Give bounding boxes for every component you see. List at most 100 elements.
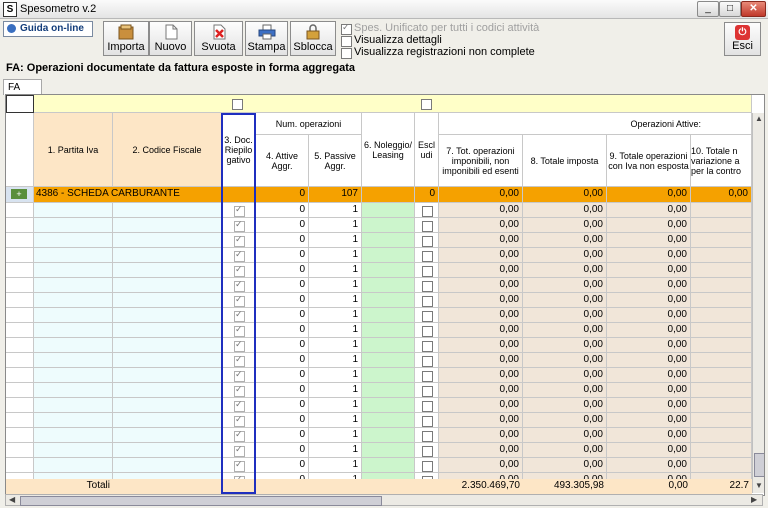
row-attive-cell[interactable]: 0	[256, 233, 309, 248]
grid-cell[interactable]	[415, 233, 439, 248]
horizontal-scroll-thumb[interactable]	[20, 496, 382, 506]
grid-cell[interactable]	[415, 203, 439, 218]
grid-cell[interactable]	[691, 293, 752, 308]
row-v8-cell[interactable]: 0,00	[523, 248, 607, 263]
grid-cell[interactable]	[691, 368, 752, 383]
row-passive-cell[interactable]: 1	[309, 353, 362, 368]
row-v7-cell[interactable]: 0,00	[439, 338, 523, 353]
escludi-checkbox[interactable]	[422, 446, 433, 457]
row-attive-cell[interactable]: 0	[256, 458, 309, 473]
row-v8-cell[interactable]: 0,00	[523, 278, 607, 293]
grid-cell[interactable]	[113, 428, 222, 443]
doc-riepilogativo-checkbox[interactable]	[234, 294, 245, 307]
grid-cell[interactable]	[34, 443, 113, 458]
row-v7-cell[interactable]: 0,00	[439, 323, 523, 338]
grid-cell[interactable]	[222, 278, 256, 293]
row-v7-cell[interactable]: 0,00	[439, 203, 523, 218]
row-v8-cell[interactable]: 0,00	[523, 218, 607, 233]
grid-cell[interactable]	[691, 278, 752, 293]
row-attive-cell[interactable]: 0	[256, 218, 309, 233]
escludi-checkbox[interactable]	[422, 416, 433, 427]
selected-v9[interactable]: 0,00	[607, 187, 691, 203]
grid-cell[interactable]	[34, 308, 113, 323]
grid-cell[interactable]	[415, 353, 439, 368]
grid-cell[interactable]	[222, 203, 256, 218]
grid-cell[interactable]	[113, 368, 222, 383]
row-v8-cell[interactable]: 0,00	[523, 338, 607, 353]
grid-cell[interactable]	[362, 428, 415, 443]
escludi-checkbox[interactable]	[422, 281, 433, 292]
doc-riepilogativo-checkbox[interactable]	[234, 384, 245, 397]
grid-cell[interactable]	[113, 278, 222, 293]
row-v7-cell[interactable]: 0,00	[439, 218, 523, 233]
grid-cell[interactable]	[415, 413, 439, 428]
grid-cell[interactable]	[34, 413, 113, 428]
row-v9-cell[interactable]: 0,00	[607, 218, 691, 233]
row-v7-cell[interactable]: 0,00	[439, 353, 523, 368]
header-totale-iva-non-esposta[interactable]: 9. Totale operazioni con Iva non esposta	[607, 135, 691, 187]
row-expand-button[interactable]: +	[6, 187, 34, 203]
row-passive-cell[interactable]: 1	[309, 443, 362, 458]
row-passive-cell[interactable]: 1	[309, 323, 362, 338]
tab-fa[interactable]: FA	[3, 79, 42, 95]
doc-riepilogativo-checkbox[interactable]	[234, 459, 245, 472]
close-button[interactable]: ✕	[741, 1, 766, 17]
grid-cell[interactable]	[34, 278, 113, 293]
row-v8-cell[interactable]: 0,00	[523, 383, 607, 398]
grid-cell[interactable]	[34, 263, 113, 278]
row-v8-cell[interactable]: 0,00	[523, 443, 607, 458]
selected-attive[interactable]: 0	[256, 187, 309, 203]
scroll-right-icon[interactable]: ▶	[751, 495, 757, 504]
header-totale-variazione[interactable]: 10. Totale n variazione a per la contro	[691, 135, 752, 187]
row-attive-cell[interactable]: 0	[256, 203, 309, 218]
row-passive-cell[interactable]: 1	[309, 368, 362, 383]
grid-cell[interactable]	[691, 218, 752, 233]
doc-riepilogativo-checkbox[interactable]	[234, 264, 245, 277]
row-v9-cell[interactable]: 0,00	[607, 353, 691, 368]
sblocca-button[interactable]: Sblocca	[290, 21, 336, 56]
grid-cell[interactable]	[362, 353, 415, 368]
doc-riepilogativo-checkbox[interactable]	[234, 234, 245, 247]
grid-cell[interactable]	[362, 368, 415, 383]
escludi-checkbox[interactable]	[422, 386, 433, 397]
row-attive-cell[interactable]: 0	[256, 368, 309, 383]
header-partita-iva[interactable]: 1. Partita Iva	[34, 113, 113, 187]
vertical-scrollbar[interactable]: ▲ ▼	[752, 113, 764, 493]
unificato-checkbox[interactable]	[341, 22, 352, 35]
filter-row[interactable]	[34, 95, 752, 113]
guida-online-button[interactable]: Guida on-line	[3, 21, 93, 37]
grid-cell[interactable]	[222, 353, 256, 368]
escludi-checkbox[interactable]	[422, 461, 433, 472]
grid-cell[interactable]	[415, 338, 439, 353]
row-attive-cell[interactable]: 0	[256, 308, 309, 323]
grid-cell[interactable]	[113, 248, 222, 263]
grid-cell[interactable]	[222, 248, 256, 263]
doc-riepilogativo-checkbox[interactable]	[234, 324, 245, 337]
selected-noleggio[interactable]	[362, 187, 415, 203]
grid-cell[interactable]	[415, 308, 439, 323]
row-attive-cell[interactable]: 0	[256, 398, 309, 413]
doc-riepilogativo-checkbox[interactable]	[234, 249, 245, 262]
doc-riepilogativo-checkbox[interactable]	[234, 309, 245, 322]
grid-cell[interactable]	[113, 203, 222, 218]
row-v8-cell[interactable]: 0,00	[523, 398, 607, 413]
maximize-button[interactable]: □	[719, 1, 741, 17]
grid-cell[interactable]	[362, 458, 415, 473]
grid-cell[interactable]	[222, 218, 256, 233]
grid-cell[interactable]	[34, 203, 113, 218]
row-v9-cell[interactable]: 0,00	[607, 413, 691, 428]
grid-cell[interactable]	[113, 338, 222, 353]
header-tot-op-imponibili[interactable]: 7. Tot. operazioni imponibili, non impon…	[439, 135, 523, 187]
grid-cell[interactable]	[362, 293, 415, 308]
grid-cell[interactable]	[34, 383, 113, 398]
grid-cell[interactable]	[34, 428, 113, 443]
grid-cell[interactable]	[222, 323, 256, 338]
escludi-checkbox[interactable]	[422, 266, 433, 277]
grid-cell[interactable]	[362, 263, 415, 278]
doc-riepilogativo-checkbox[interactable]	[234, 444, 245, 457]
escludi-checkbox[interactable]	[422, 341, 433, 352]
row-v7-cell[interactable]: 0,00	[439, 293, 523, 308]
row-passive-cell[interactable]: 1	[309, 278, 362, 293]
grid-cell[interactable]	[222, 338, 256, 353]
row-v8-cell[interactable]: 0,00	[523, 323, 607, 338]
